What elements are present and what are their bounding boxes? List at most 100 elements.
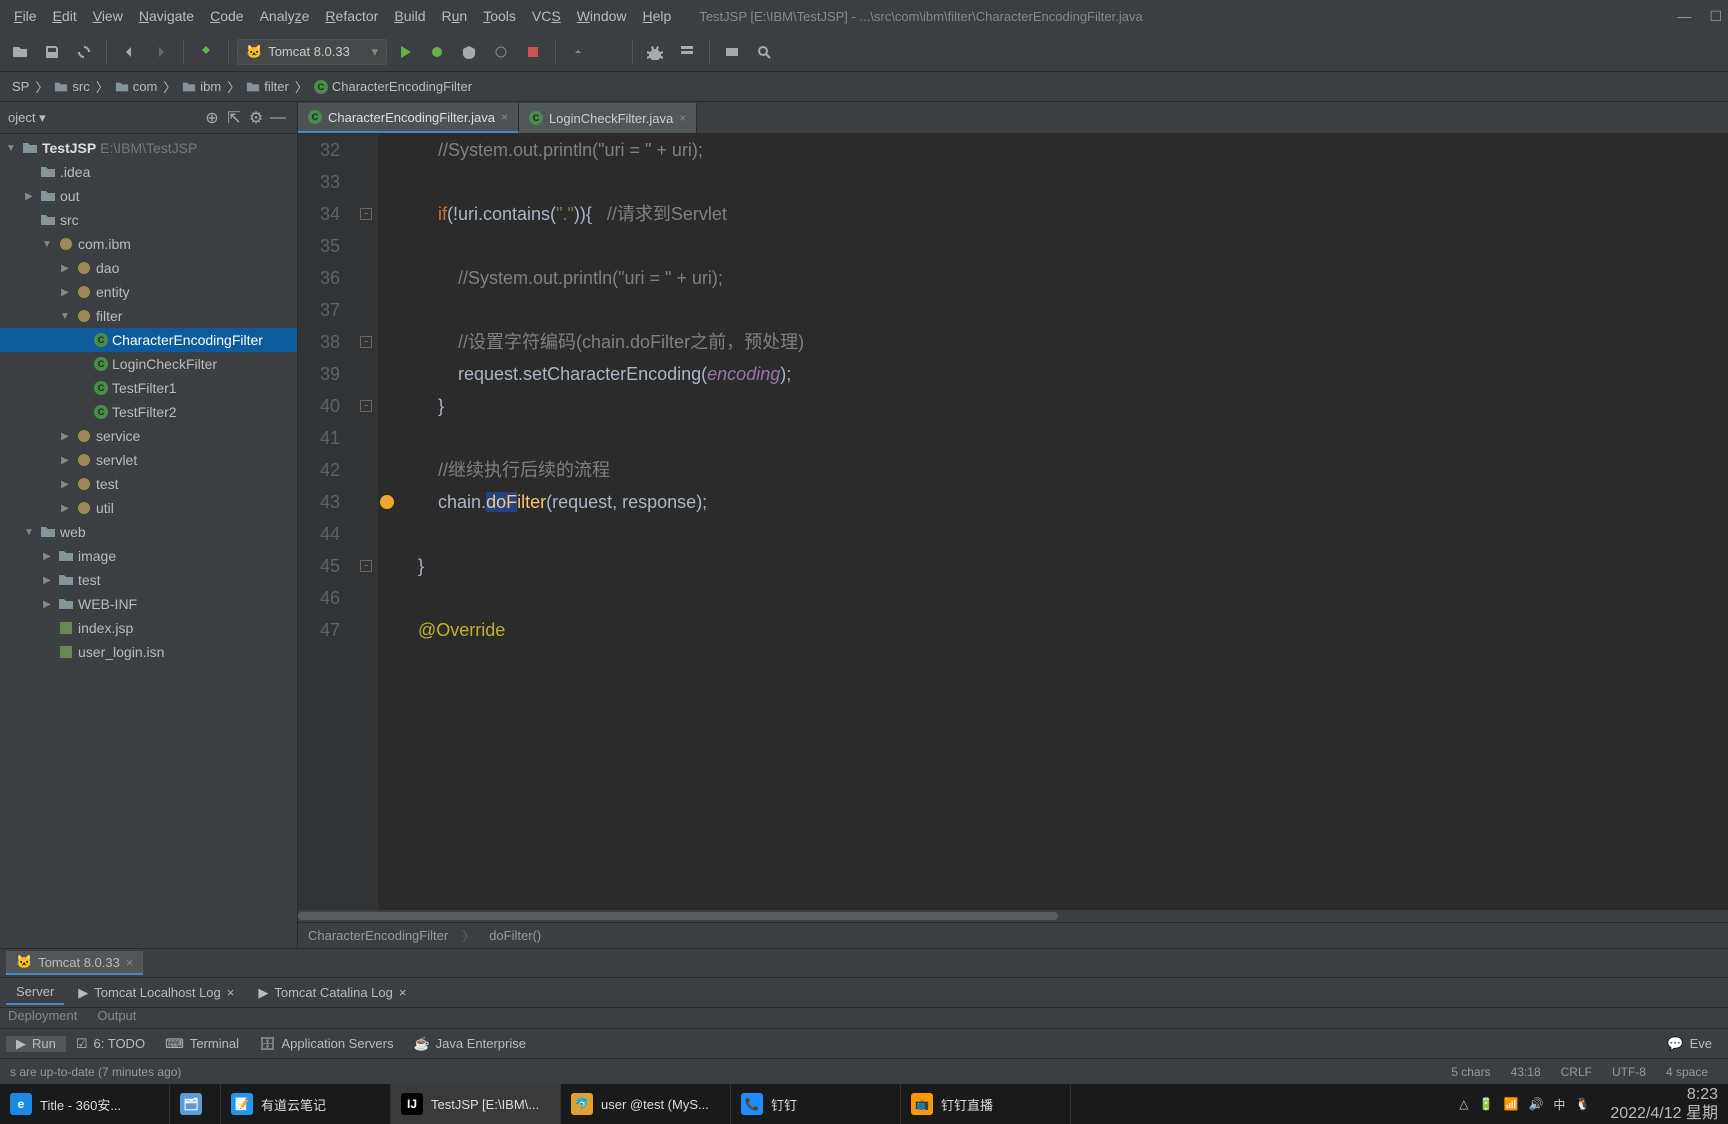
tool-appservers[interactable]: 🗄Application Servers: [249, 1036, 404, 1052]
tree-node[interactable]: CharacterEncodingFilter: [0, 328, 297, 352]
tree-node[interactable]: TestFilter2: [0, 400, 297, 424]
tree-node[interactable]: ▶servlet: [0, 448, 297, 472]
taskbar-app[interactable]: IJTestJSP [E:\IBM\...: [391, 1084, 561, 1124]
tree-node[interactable]: ▼web: [0, 520, 297, 544]
taskbar-clock[interactable]: 8:23 2022/4/12 星期: [1600, 1085, 1728, 1123]
update-button[interactable]: [596, 38, 624, 66]
status-encoding[interactable]: UTF-8: [1602, 1065, 1656, 1079]
run-config-selector[interactable]: 🐱 Tomcat 8.0.33 ▾: [237, 39, 387, 65]
tree-node[interactable]: ▶image: [0, 544, 297, 568]
tree-node[interactable]: ▶WEB-INF: [0, 592, 297, 616]
taskbar-app[interactable]: 📞钉钉: [731, 1084, 901, 1124]
debug-button[interactable]: [423, 38, 451, 66]
build-button[interactable]: [192, 38, 220, 66]
minimize-button[interactable]: —: [1677, 8, 1691, 25]
menu-window[interactable]: Window: [569, 8, 635, 24]
editor-tab[interactable]: LoginCheckFilter.java×: [519, 103, 697, 133]
intention-bulb-icon[interactable]: [380, 495, 394, 509]
taskbar-app[interactable]: 🐬user @test (MyS...: [561, 1084, 731, 1124]
run-button[interactable]: [391, 38, 419, 66]
forward-button[interactable]: [147, 38, 175, 66]
close-tab-icon[interactable]: ×: [679, 111, 686, 125]
fold-toggle[interactable]: −: [360, 336, 372, 348]
save-button[interactable]: [38, 38, 66, 66]
breadcrumb-item[interactable]: src: [48, 79, 95, 94]
settings-icon[interactable]: ⚙: [245, 107, 267, 129]
crumb-class[interactable]: CharacterEncodingFilter: [308, 928, 448, 943]
tray-icon[interactable]: △: [1459, 1097, 1468, 1111]
menu-navigate[interactable]: Navigate: [131, 8, 202, 24]
volume-icon[interactable]: 🔊: [1528, 1097, 1543, 1111]
status-linesep[interactable]: CRLF: [1551, 1065, 1602, 1079]
breadcrumb-item[interactable]: ibm: [176, 79, 227, 94]
breadcrumb-item[interactable]: CharacterEncodingFilter: [308, 79, 478, 94]
menu-help[interactable]: Help: [635, 8, 680, 24]
system-tray[interactable]: △ 🔋 📶 🔊 中 🐧: [1449, 1096, 1600, 1113]
tree-node[interactable]: user_login.isn: [0, 640, 297, 664]
stop-button[interactable]: [519, 38, 547, 66]
run-tab-tomcat[interactable]: 🐱Tomcat 8.0.33×: [6, 951, 143, 975]
tree-root[interactable]: ▼ TestJSP E:\IBM\TestJSP: [0, 136, 297, 160]
tool-eventlog[interactable]: 💬Eve: [1657, 1036, 1722, 1052]
maximize-button[interactable]: ☐: [1709, 8, 1722, 25]
tree-node[interactable]: index.jsp: [0, 616, 297, 640]
tool-run[interactable]: ▶Run: [6, 1036, 66, 1052]
close-icon[interactable]: ×: [126, 955, 134, 970]
sync-button[interactable]: [70, 38, 98, 66]
crumb-method[interactable]: doFilter(): [489, 928, 541, 943]
search-button[interactable]: [750, 38, 778, 66]
hide-icon[interactable]: —: [267, 107, 289, 129]
subtab-server[interactable]: Server: [6, 981, 64, 1005]
structure-button[interactable]: [673, 38, 701, 66]
profile-button[interactable]: [487, 38, 515, 66]
project-tree[interactable]: ▼ TestJSP E:\IBM\TestJSP .idea▶outsrc▼co…: [0, 134, 297, 948]
gutter[interactable]: 32333435363738394041424344454647: [298, 134, 358, 910]
subtab-catalina-log[interactable]: ▶Tomcat Catalina Log×: [248, 981, 416, 1005]
project-view-label[interactable]: oject ▾: [8, 110, 201, 126]
menu-edit[interactable]: Edit: [45, 8, 85, 24]
fold-toggle[interactable]: −: [360, 400, 372, 412]
locate-file-icon[interactable]: ⊕: [201, 107, 223, 129]
tree-node[interactable]: ▼filter: [0, 304, 297, 328]
menu-refactor[interactable]: Refactor: [317, 8, 386, 24]
breadcrumb-item[interactable]: filter: [240, 79, 295, 94]
status-indent[interactable]: 4 space: [1656, 1065, 1718, 1079]
deployment-tab[interactable]: Deployment: [8, 1008, 77, 1028]
fold-toggle[interactable]: −: [360, 560, 372, 572]
taskbar-app[interactable]: eTitle - 360安...: [0, 1084, 170, 1124]
menu-build[interactable]: Build: [386, 8, 433, 24]
open-button[interactable]: [6, 38, 34, 66]
fold-toggle[interactable]: −: [360, 208, 372, 220]
settings-button[interactable]: [641, 38, 669, 66]
editor-tab[interactable]: CharacterEncodingFilter.java×: [298, 103, 519, 133]
tree-node[interactable]: ▶out: [0, 184, 297, 208]
tool-todo[interactable]: ☑6: TODO: [66, 1036, 155, 1052]
subtab-localhost-log[interactable]: ▶Tomcat Localhost Log×: [68, 981, 244, 1005]
taskbar-app[interactable]: 📝有道云笔记: [221, 1084, 391, 1124]
collapse-all-icon[interactable]: ⇱: [223, 107, 245, 129]
tree-node[interactable]: LoginCheckFilter: [0, 352, 297, 376]
menu-view[interactable]: View: [85, 8, 131, 24]
back-button[interactable]: [115, 38, 143, 66]
code-editor[interactable]: 32333435363738394041424344454647 −−−− //…: [298, 134, 1728, 910]
tool-terminal[interactable]: ⌨Terminal: [155, 1036, 249, 1052]
battery-icon[interactable]: 🔋: [1479, 1097, 1494, 1111]
tree-node[interactable]: .idea: [0, 160, 297, 184]
tree-node[interactable]: ▶entity: [0, 280, 297, 304]
close-icon[interactable]: ×: [227, 985, 235, 1000]
menu-vcs[interactable]: VCS: [524, 8, 569, 24]
taskbar-app[interactable]: 🗂: [170, 1084, 221, 1124]
notification-icon[interactable]: 🐧: [1575, 1097, 1590, 1111]
tree-node[interactable]: ▶dao: [0, 256, 297, 280]
output-tab[interactable]: Output: [97, 1008, 136, 1028]
attach-button[interactable]: [564, 38, 592, 66]
tool-javaee[interactable]: ☕Java Enterprise: [403, 1036, 536, 1052]
ime-indicator[interactable]: 中: [1553, 1096, 1565, 1113]
taskbar-app[interactable]: 📺钉钉直播: [901, 1084, 1071, 1124]
status-caret[interactable]: 43:18: [1501, 1065, 1551, 1079]
menu-run[interactable]: Run: [434, 8, 476, 24]
tree-node[interactable]: ▼com.ibm: [0, 232, 297, 256]
tree-node[interactable]: ▶test: [0, 568, 297, 592]
tree-node[interactable]: ▶service: [0, 424, 297, 448]
jrebel-button[interactable]: [718, 38, 746, 66]
